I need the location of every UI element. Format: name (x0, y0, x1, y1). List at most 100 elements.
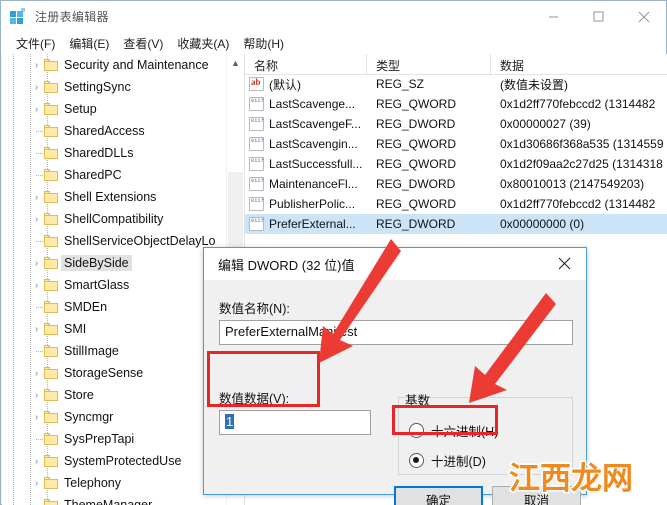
value-data-cell: (数值未设置) (500, 77, 568, 92)
base-label: 基数 (405, 394, 431, 408)
chevron-right-icon[interactable]: › (31, 258, 42, 269)
tree-item-label: SettingSync (64, 80, 131, 94)
close-icon[interactable] (621, 1, 666, 32)
value-type-cell: REG_QWORD (376, 97, 457, 111)
value-name-text: PublisherPolic... (269, 197, 356, 211)
menu-view[interactable]: 查看(V) (116, 33, 170, 54)
tree-item-label: SMI (64, 322, 87, 336)
tree-item[interactable]: › SystemProtectedUse (2, 450, 227, 472)
tree-item[interactable]: ShellServiceObjectDelayLo (2, 230, 227, 252)
chevron-right-icon[interactable]: › (31, 280, 42, 291)
menu-bar: 文件(F) 编辑(E) 查看(V) 收藏夹(A) 帮助(H) (1, 32, 666, 54)
registry-value-row[interactable]: MaintenanceFl... REG_DWORD 0x80010013 (214… (245, 174, 667, 194)
tree-item-label: Setup (64, 102, 97, 116)
value-name-cell: LastScavengin... (245, 137, 367, 151)
value-data-field[interactable]: 1 (219, 410, 371, 435)
registry-value-row[interactable]: (默认) REG_SZ (数值未设置) (245, 74, 667, 94)
tree-item[interactable]: SharedAccess (2, 120, 227, 142)
hexadecimal-radio[interactable]: 十六进制(H) (409, 421, 498, 440)
chevron-right-icon[interactable]: › (31, 104, 42, 115)
value-data-cell: 0x00000027 (39) (500, 117, 591, 131)
value-type-cell: REG_QWORD (376, 137, 457, 151)
tree-item[interactable]: › SettingSync (2, 76, 227, 98)
chevron-right-icon[interactable]: › (31, 60, 42, 71)
tree-item[interactable]: SharedPC (2, 164, 227, 186)
ok-button[interactable]: 确定 (394, 486, 483, 505)
value-type-cell: REG_QWORD (376, 197, 457, 211)
menu-favorites[interactable]: 收藏夹(A) (170, 33, 236, 54)
value-data-label: 数值数据(V): (219, 392, 290, 406)
folder-icon (44, 125, 58, 137)
chevron-right-icon[interactable]: › (31, 456, 42, 467)
tree-item[interactable]: › Syncmgr (2, 406, 227, 428)
menu-help[interactable]: 帮助(H) (236, 33, 291, 54)
tree-item[interactable]: › SMI (2, 318, 227, 340)
tree-item[interactable]: › Shell Extensions (2, 186, 227, 208)
tree-item[interactable]: › Security and Maintenance (2, 54, 227, 76)
folder-icon (44, 477, 58, 489)
tree-item[interactable]: ThemeManager (2, 494, 227, 505)
folder-icon (44, 455, 58, 467)
chevron-right-icon[interactable]: › (31, 478, 42, 489)
value-name-field[interactable]: PreferExternalManifest (219, 320, 573, 345)
chevron-right-icon[interactable]: › (31, 82, 42, 93)
decimal-radio[interactable]: 十进制(D) (409, 451, 486, 470)
value-name-cell: LastScavenge... (245, 97, 367, 111)
value-type-cell: REG_DWORD (376, 177, 456, 191)
tree-item-label: SideBySide (61, 255, 132, 271)
tree-item-label: SMDEn (64, 300, 108, 314)
registry-value-row[interactable]: LastScavengeF... REG_DWORD 0x00000027 (39) (245, 114, 667, 134)
tree-item-label: StorageSense (64, 366, 144, 380)
string-value-icon (249, 77, 264, 91)
tree-item[interactable]: SharedDLLs (2, 142, 227, 164)
chevron-right-icon[interactable]: › (31, 390, 42, 401)
value-name-label: 数值名称(N): (219, 302, 290, 316)
menu-edit[interactable]: 编辑(E) (62, 33, 116, 54)
chevron-up-icon[interactable]: ▲ (227, 54, 244, 71)
registry-value-row[interactable]: PreferExternal... REG_DWORD 0x00000000 (0) (245, 214, 667, 234)
value-type-cell: REG_QWORD (376, 157, 457, 171)
binary-value-icon (249, 117, 265, 131)
tree-item-label: SmartGlass (64, 278, 130, 292)
maximize-icon[interactable] (576, 1, 621, 32)
folder-icon (44, 191, 58, 203)
value-data-cell: 0x1d2ff770febccd2 (1314482 (500, 97, 656, 111)
tree-item-label: Store (64, 388, 94, 402)
registry-value-row[interactable]: PublisherPolic... REG_QWORD 0x1d2ff770febc… (245, 194, 667, 214)
tree-item-label: ThemeManager (64, 498, 153, 505)
chevron-right-icon[interactable]: › (31, 192, 42, 203)
folder-icon (44, 323, 58, 335)
registry-value-row[interactable]: LastScavenge... REG_QWORD 0x1d2ff770febccd… (245, 94, 667, 114)
menu-file[interactable]: 文件(F) (9, 33, 62, 54)
tree-item[interactable]: › SmartGlass (2, 274, 227, 296)
value-data-cell: 0x80010013 (2147549203) (500, 177, 645, 191)
tree-item[interactable]: › Setup (2, 98, 227, 120)
minimize-icon[interactable] (531, 1, 576, 32)
folder-icon (44, 499, 58, 505)
tree-item[interactable]: › ShellCompatibility (2, 208, 227, 230)
chevron-right-icon[interactable]: › (31, 412, 42, 423)
value-name-cell: (默认) (245, 76, 367, 93)
tree-item[interactable]: › SideBySide (2, 252, 227, 274)
column-header-name[interactable]: 名称 (245, 54, 367, 74)
registry-value-row[interactable]: LastScavengin... REG_QWORD 0x1d30686f368a5… (245, 134, 667, 154)
dialog-close-icon[interactable] (542, 248, 586, 279)
chevron-right-icon[interactable]: › (31, 214, 42, 225)
tree-item[interactable]: StillImage (2, 340, 227, 362)
tree-item[interactable]: › Telephony (2, 472, 227, 494)
decimal-radio-label: 十进制(D) (431, 455, 486, 469)
tree-item[interactable]: SysPrepTapi (2, 428, 227, 450)
column-header-type[interactable]: 类型 (367, 54, 491, 74)
tree-item-label: ShellServiceObjectDelayLo (64, 234, 216, 248)
folder-icon (44, 433, 58, 445)
chevron-right-icon[interactable]: › (31, 368, 42, 379)
chevron-right-icon[interactable]: › (31, 324, 42, 335)
column-header-data[interactable]: 数据 (491, 54, 667, 74)
title-bar: 注册表编辑器 (1, 1, 666, 32)
tree-item[interactable]: › Store (2, 384, 227, 406)
tree-item[interactable]: SMDEn (2, 296, 227, 318)
folder-icon (44, 345, 58, 357)
binary-value-icon (249, 177, 265, 191)
registry-value-row[interactable]: LastSuccessfull... REG_QWORD 0x1d2f09aa2c2… (245, 154, 667, 174)
tree-item[interactable]: › StorageSense (2, 362, 227, 384)
